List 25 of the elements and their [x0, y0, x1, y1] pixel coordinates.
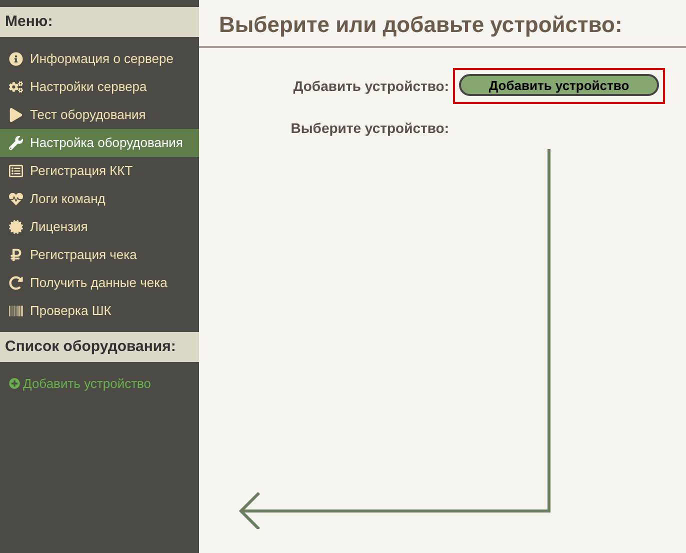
barcode-icon	[9, 304, 23, 318]
menu-item[interactable]: Логи команд	[0, 185, 199, 213]
badge-icon	[9, 220, 23, 234]
form-icon	[9, 164, 23, 178]
menu-item[interactable]: Регистрация чека	[0, 241, 199, 269]
page-title: Выберите или добавьте устройство:	[219, 10, 622, 39]
menu-item[interactable]: Тест оборудования	[0, 101, 199, 129]
ruble-icon	[9, 248, 23, 262]
info-icon	[9, 52, 23, 66]
add-device-label: Добавить устройство:	[292, 76, 449, 96]
menu-item[interactable]: Настройки сервера	[0, 73, 199, 101]
select-device-label: Выберите устройство:	[290, 119, 449, 138]
menu-item[interactable]: Регистрация ККТ	[0, 157, 199, 185]
add-device-button[interactable]: Добавить устройство	[459, 74, 659, 96]
menu-item[interactable]: Получить данные чека	[0, 269, 199, 297]
refresh-icon	[9, 276, 23, 290]
heartbeat-icon	[9, 192, 23, 206]
wrench-icon	[9, 136, 23, 150]
menu-item[interactable]: Информация о сервере	[0, 45, 199, 73]
play-icon	[9, 108, 23, 122]
menu-item[interactable]: Настройка оборудования	[0, 129, 199, 157]
gears-icon	[9, 80, 23, 94]
menu-item[interactable]: Лицензия	[0, 213, 199, 241]
plus-icon	[9, 378, 20, 390]
menu-item[interactable]: Проверка ШК	[0, 297, 199, 325]
